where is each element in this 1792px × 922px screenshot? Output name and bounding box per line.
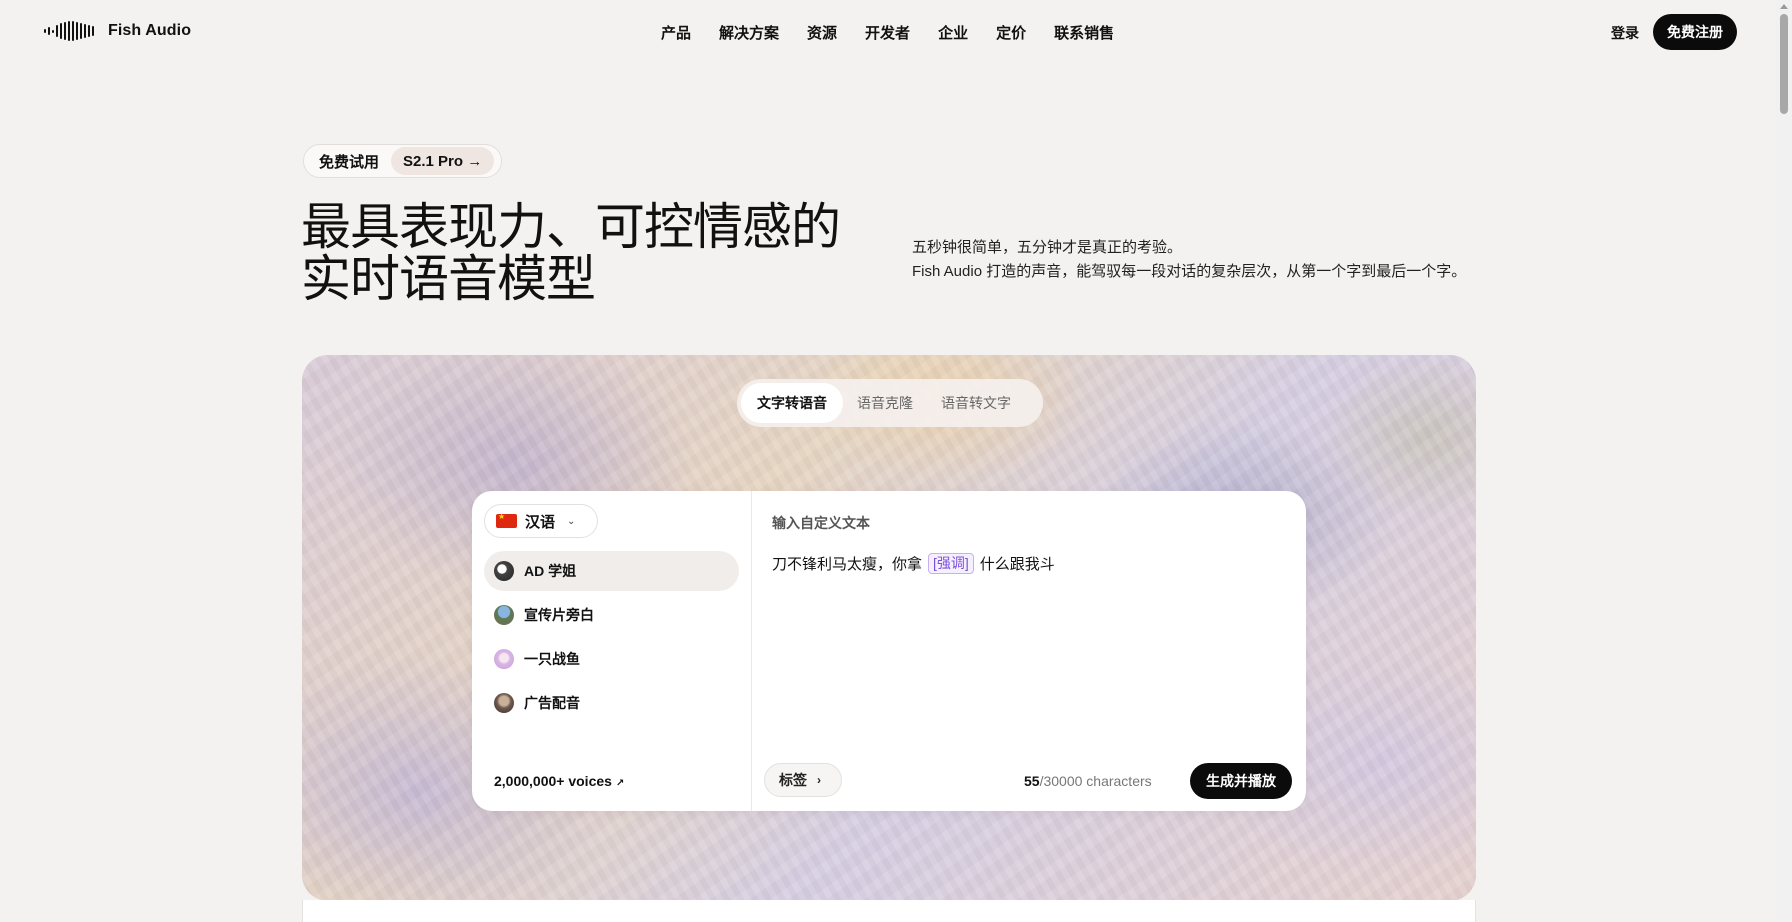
tab-speech-to-text[interactable]: 语音转文字 [927,383,1025,423]
voices-count-link[interactable]: 2,000,000+ voices ↗ [494,773,624,789]
hero-title-line2: 实时语音模型 [301,251,596,307]
generate-play-button[interactable]: 生成并播放 [1190,763,1292,799]
free-trial-pill[interactable]: 免费试用 S2.1 Pro → [303,144,502,178]
voice-item-battle-fish[interactable]: 一只战鱼 [484,639,739,679]
voice-name: 广告配音 [524,695,580,711]
tags-button-label: 标签 [779,772,807,788]
hero-desc-line1: 五秒钟很简单，五分钟才是真正的考验。 [912,239,1183,256]
tags-button[interactable]: 标签 › [764,763,842,797]
menu-resources[interactable]: 资源 [807,22,837,43]
tab-voice-clone[interactable]: 语音克隆 [843,383,927,423]
model-link[interactable]: S2.1 Pro → [391,147,495,175]
next-section-edge [302,900,1476,922]
brand-name: Fish Audio [108,22,192,39]
menu-contact-sales[interactable]: 联系销售 [1054,22,1114,43]
scrollbar-thumb[interactable] [1780,14,1788,114]
text-segment: 什么跟我斗 [979,556,1055,573]
page-scrollbar[interactable] [1776,0,1792,922]
scroll-up-arrow-icon[interactable] [1780,4,1788,9]
voice-name: 一只战鱼 [524,651,580,667]
char-count-current: 55 [1024,773,1040,789]
brand-logo[interactable]: Fish Audio [44,20,191,42]
tab-text-to-speech[interactable]: 文字转语音 [741,383,843,423]
hero-title: 最具表现力、可控情感的 实时语音模型 [301,201,861,305]
menu-enterprise[interactable]: 企业 [938,22,968,43]
login-link[interactable]: 登录 [1611,23,1639,43]
demo-tabs: 文字转语音 语音克隆 语音转文字 [737,379,1043,427]
external-arrow-icon: ↗ [615,778,625,789]
menu-solutions[interactable]: 解决方案 [719,22,779,43]
input-text[interactable]: 刀不锋利马太瘦，你拿 [强调] 什么跟我斗 [772,553,1055,574]
voice-item-ad-xuejie[interactable]: AD 学姐 [484,551,739,591]
emphasis-tag[interactable]: [强调] [928,553,974,574]
char-count-total: /30000 characters [1039,773,1152,789]
main-menu: 产品 解决方案 资源 开发者 企业 定价 联系销售 [661,22,1142,43]
voice-list: AD 学姐 宣传片旁白 一只战鱼 广告配音 [484,551,739,727]
language-dropdown[interactable]: 汉语 ⌄ [484,504,598,538]
top-nav: Fish Audio 产品 解决方案 资源 开发者 企业 定价 联系销售 登录 … [0,0,1776,64]
chevron-down-icon: ⌄ [567,515,576,527]
text-segment: 刀不锋利马太瘦，你拿 [772,556,923,573]
menu-pricing[interactable]: 定价 [996,22,1026,43]
hero-title-line1: 最具表现力、可控情感的 [301,199,841,255]
pink-character-avatar-icon [494,649,514,669]
landscape-avatar-icon [494,605,514,625]
voice-item-ad-dubbing[interactable]: 广告配音 [484,683,739,723]
portrait-avatar-icon [494,693,514,713]
input-label: 输入自定义文本 [772,515,870,531]
voice-item-promo-narration[interactable]: 宣传片旁白 [484,595,739,635]
hero-description: 五秒钟很简单，五分钟才是真正的考验。 Fish Audio 打造的声音，能驾驭每… [912,236,1482,284]
voice-name: 宣传片旁白 [524,607,594,623]
text-input-area[interactable]: 输入自定义文本 刀不锋利马太瘦，你拿 [强调] 什么跟我斗 标签 › 55/30… [752,491,1306,811]
character-counter: 55/30000 characters [1024,773,1152,789]
voice-selector: 汉语 ⌄ AD 学姐 宣传片旁白 一只战鱼 广告配音 [472,491,752,811]
china-flag-icon [496,512,517,528]
tts-panel: 汉语 ⌄ AD 学姐 宣传片旁白 一只战鱼 广告配音 [472,491,1306,811]
hero-desc-line2: Fish Audio 打造的声音，能驾驭每一段对话的复杂层次，从第一个字到最后一… [912,263,1467,280]
tts-demo-card: 文字转语音 语音克隆 语音转文字 汉语 ⌄ AD 学姐 宣传片旁白 [302,355,1476,901]
chevron-right-icon: › [817,773,821,787]
free-trial-label: 免费试用 [319,153,380,171]
menu-products[interactable]: 产品 [661,22,691,43]
logo-waveform-icon [44,20,94,42]
menu-developers[interactable]: 开发者 [865,22,910,43]
anime-girl-avatar-icon [494,561,514,581]
voice-name: AD 学姐 [524,563,577,579]
language-label: 汉语 [525,513,556,531]
voices-count-label: 2,000,000+ voices [494,773,612,789]
signup-button[interactable]: 免费注册 [1653,14,1737,50]
